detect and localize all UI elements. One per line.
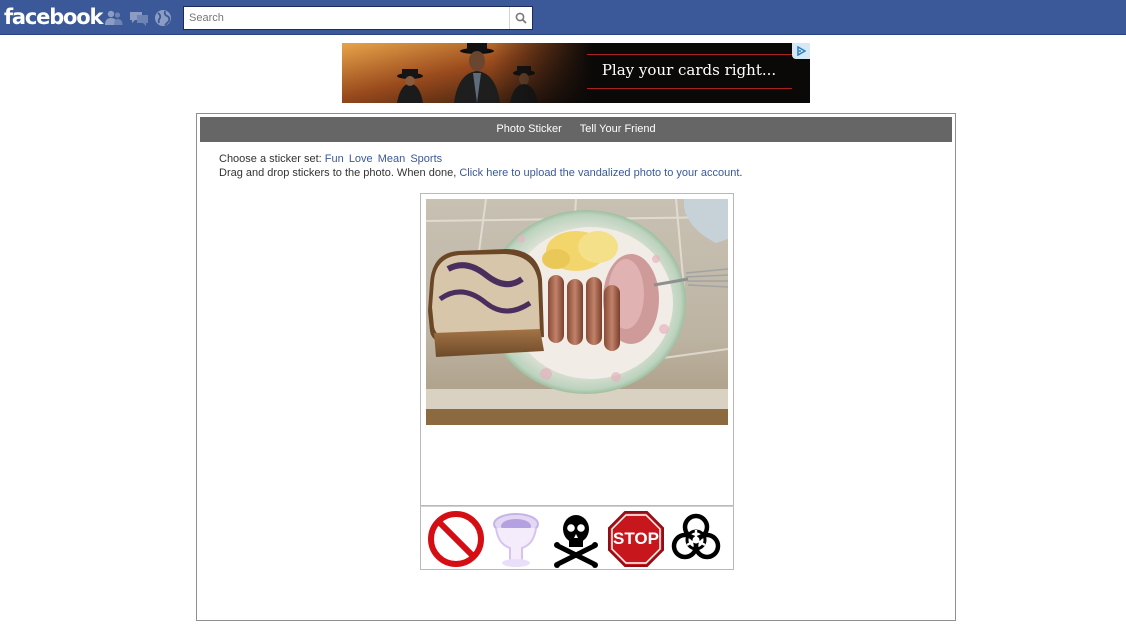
nav-photo-sticker[interactable]: Photo Sticker [496, 117, 561, 142]
ad-banner[interactable]: Play your cards right... [342, 43, 810, 103]
ad-bottom-rule [587, 88, 792, 89]
notifications-globe-icon[interactable] [153, 9, 173, 27]
sticker-set-mean[interactable]: Mean [378, 153, 406, 165]
sentence-period: . [739, 167, 743, 179]
sticker-tray: STOP [420, 506, 734, 570]
search-box [183, 6, 533, 30]
ad-choices-icon [797, 46, 806, 56]
stop-sign-text: STOP [613, 529, 659, 548]
skull-crossbones-sticker[interactable] [546, 510, 606, 568]
facebook-logo[interactable]: facebook [4, 4, 103, 30]
upload-photo-link[interactable]: Click here to upload the vandalized phot… [459, 167, 739, 179]
app-nav-bar: Photo Sticker Tell Your Friend [200, 117, 952, 142]
sticker-set-sports[interactable]: Sports [410, 153, 442, 165]
search-icon [515, 12, 527, 24]
drag-drop-line: Drag and drop stickers to the photo. Whe… [219, 166, 742, 180]
ad-top-rule [587, 54, 792, 55]
toilet-sticker[interactable] [486, 510, 546, 568]
choose-set-label: Choose a sticker set: [219, 153, 322, 165]
no-sign-sticker[interactable] [426, 510, 486, 568]
photo-sticker-app: Photo Sticker Tell Your Friend Choose a … [196, 113, 956, 621]
messages-icon[interactable] [129, 9, 149, 27]
nav-tell-your-friend[interactable]: Tell Your Friend [580, 117, 656, 142]
instructions: Choose a sticker set: Fun Love Mean Spor… [219, 152, 742, 180]
drag-drop-text: Drag and drop stickers to the photo. Whe… [219, 167, 457, 179]
photo-canvas[interactable] [420, 193, 734, 506]
ad-choices-button[interactable] [792, 43, 810, 59]
search-button[interactable] [509, 7, 532, 29]
breakfast-photo [426, 199, 728, 425]
sticker-set-love[interactable]: Love [349, 153, 373, 165]
biohazard-sticker[interactable] [666, 510, 726, 568]
top-navigation-bar: facebook [0, 0, 1126, 35]
ad-tagline: Play your cards right... [601, 61, 777, 79]
stop-sign-sticker[interactable]: STOP [606, 510, 666, 568]
ad-artwork [342, 43, 592, 103]
friend-requests-icon[interactable] [104, 9, 124, 27]
sticker-set-line: Choose a sticker set: Fun Love Mean Spor… [219, 152, 742, 166]
sticker-set-fun[interactable]: Fun [325, 153, 344, 165]
search-input[interactable] [184, 7, 508, 29]
